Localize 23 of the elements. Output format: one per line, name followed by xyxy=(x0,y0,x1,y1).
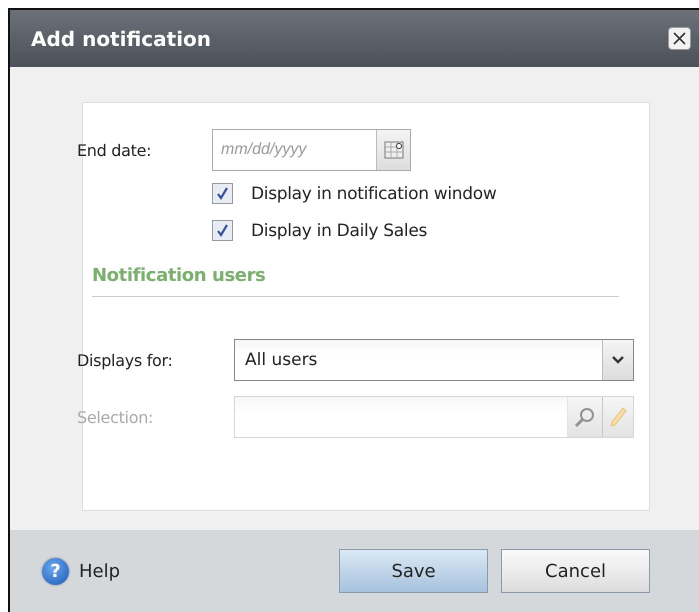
help-link[interactable]: ? Help xyxy=(42,558,120,584)
checkbox[interactable] xyxy=(212,220,233,241)
field-label: Selection: xyxy=(77,408,154,426)
selection-field[interactable] xyxy=(234,396,634,438)
date-field[interactable]: mm/dd/yyyy xyxy=(212,129,411,171)
save-button[interactable]: Save xyxy=(339,549,488,593)
close-icon xyxy=(672,31,687,46)
field-label: End date: xyxy=(77,140,152,160)
cancel-button[interactable]: Cancel xyxy=(501,549,650,593)
chevron-down-icon xyxy=(612,356,624,364)
window-title: Add notification xyxy=(31,26,212,50)
close-button[interactable] xyxy=(668,27,691,50)
checkbox-label: Display in notification window xyxy=(251,184,496,204)
help-icon: ? xyxy=(42,558,69,584)
calendar-icon[interactable] xyxy=(384,141,404,159)
search-icon[interactable] xyxy=(574,406,596,428)
checkbox-label: Display in Daily Sales xyxy=(251,220,428,240)
section-title: Notification users xyxy=(92,265,266,286)
checkmark-icon xyxy=(216,187,229,200)
field-label: Displays for: xyxy=(77,350,174,370)
checkmark-icon xyxy=(216,224,229,237)
checkbox[interactable] xyxy=(212,183,233,204)
dropdown[interactable]: All users xyxy=(234,339,634,381)
